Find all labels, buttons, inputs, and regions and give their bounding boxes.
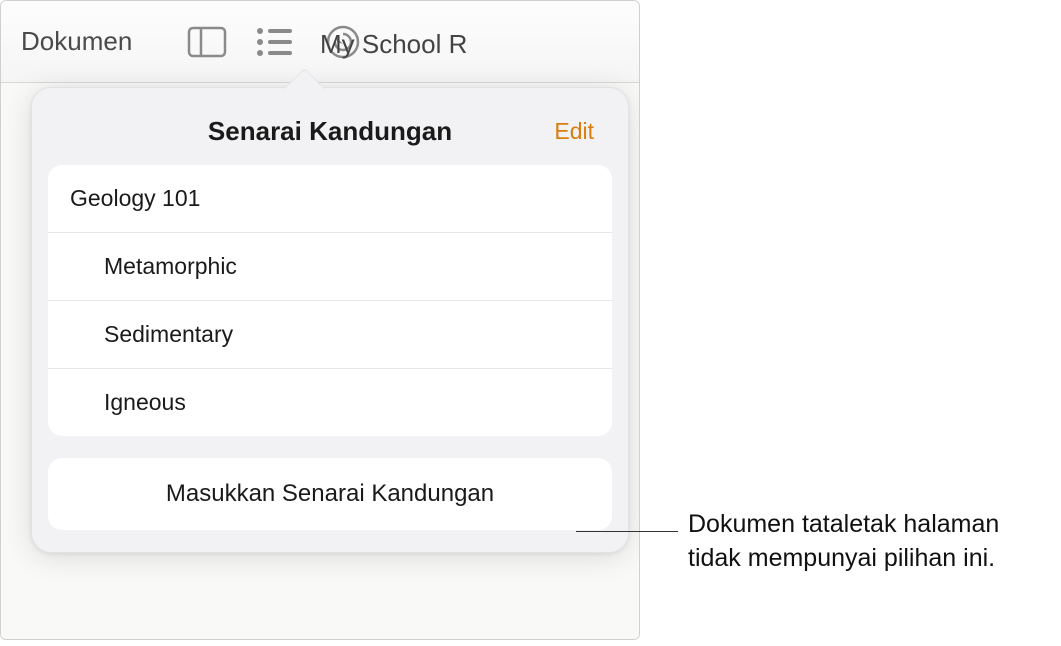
callout-text-line: Dokumen tataletak halaman — [688, 508, 999, 542]
popover-header: Senarai Kandungan Edit — [48, 108, 612, 165]
app-window: Dokumen — [0, 0, 640, 640]
toolbar: Dokumen — [1, 1, 639, 83]
toc-item[interactable]: Igneous — [48, 369, 612, 436]
toc-popover: Senarai Kandungan Edit Geology 101 Metam… — [31, 87, 629, 553]
toc-item[interactable]: Metamorphic — [48, 233, 612, 301]
sidebar-toggle-icon[interactable] — [184, 19, 230, 65]
callout-annotation: Dokumen tataletak halaman tidak mempunya… — [688, 508, 999, 576]
document-title: My School R — [320, 29, 467, 60]
callout-leader-line — [576, 531, 678, 532]
toc-item[interactable]: Sedimentary — [48, 301, 612, 369]
toc-item[interactable]: Geology 101 — [48, 165, 612, 233]
popover-title: Senarai Kandungan — [208, 116, 452, 147]
back-button[interactable]: Dokumen — [21, 26, 132, 57]
edit-button[interactable]: Edit — [554, 118, 594, 145]
insert-toc-button[interactable]: Masukkan Senarai Kandungan — [48, 458, 612, 530]
callout-text-line: tidak mempunyai pilihan ini. — [688, 542, 999, 576]
toc-list: Geology 101 Metamorphic Sedimentary Igne… — [48, 165, 612, 436]
toc-icon[interactable] — [252, 19, 298, 65]
